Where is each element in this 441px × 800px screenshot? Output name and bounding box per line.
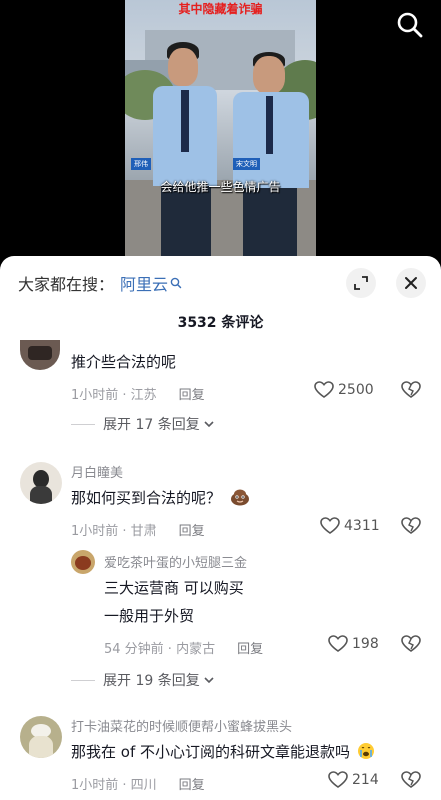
reply-author[interactable]: 爱吃茶叶蛋的小短腿三金 (104, 552, 247, 571)
expand-replies-button[interactable]: 展开 19 条回复 (71, 670, 215, 690)
close-button[interactable] (396, 268, 426, 298)
nameplate-right: 宋文明 (233, 158, 260, 170)
trending-search-prefix: 大家都在搜： (18, 275, 115, 294)
dislike-heart-icon (401, 517, 421, 534)
comment-author[interactable]: 月白瞳美 (71, 462, 123, 481)
comment-text: 那如何买到合法的呢？ (71, 488, 250, 508)
comment-text: 推介些合法的呢 (71, 353, 177, 371)
dislike-heart-icon (401, 381, 421, 398)
comment-text-content: 那如何买到合法的呢？ (71, 489, 222, 507)
dislike-button[interactable] (401, 517, 421, 539)
expand-replies-label: 展开 17 条回复 (103, 417, 200, 433)
dislike-button[interactable] (401, 381, 421, 403)
comment-author[interactable]: 打卡油菜花的时候顺便帮小蜜蜂拔黑头 (71, 716, 292, 735)
comment-meta: 1小时前 · 甘肃 回复 (71, 520, 205, 539)
comment-meta: 1小时前 · 江苏 回复 (71, 384, 205, 403)
dislike-heart-icon (401, 635, 421, 652)
expand-replies-button[interactable]: 展开 17 条回复 (71, 414, 215, 434)
expand-replies-label: 展开 19 条回复 (103, 673, 200, 689)
video-player[interactable]: 其中隐藏着诈骗 邢伟 宋文明 会给他推一些色情广告 (0, 0, 441, 262)
like-count: 214 (352, 772, 379, 788)
trending-search-term[interactable]: 阿里云 (120, 271, 168, 295)
search-icon (397, 12, 423, 38)
divider (71, 679, 95, 681)
search-button[interactable] (395, 10, 425, 40)
reply-time-location: 54 分钟前 · 内蒙古 (104, 642, 216, 657)
reply-button[interactable]: 回复 (179, 778, 205, 793)
comment-sheet: 大家都在搜： 阿里云 3532 条评论 推介些合法的呢 1小时前 · 江苏回复 (0, 256, 441, 800)
reply-text-line1: 三大运营商 可以购买 (104, 579, 244, 597)
dislike-button[interactable] (401, 771, 421, 793)
expand-icon (354, 276, 368, 290)
chevron-down-icon (204, 677, 214, 684)
comment-time-location: 1小时前 · 江苏 (71, 388, 157, 403)
heart-icon (320, 517, 340, 534)
reply-button[interactable]: 回复 (179, 388, 205, 403)
expand-button[interactable] (346, 268, 376, 298)
emoji-icon (230, 489, 249, 506)
close-icon (405, 277, 417, 289)
comment-item: 推介些合法的呢 1小时前 · 江苏 回复 2500 展开 17 条回复 (0, 340, 441, 440)
like-count: 4311 (344, 518, 380, 534)
like-count: 198 (352, 636, 379, 652)
reply-avatar[interactable] (71, 550, 95, 574)
avatar[interactable] (20, 716, 62, 758)
like-button[interactable]: 198 (328, 635, 379, 653)
avatar[interactable] (20, 340, 60, 370)
officer-right (231, 48, 311, 262)
dislike-heart-icon (401, 771, 421, 788)
heart-icon (314, 381, 334, 398)
emoji-icon (357, 743, 374, 759)
comment-item: 月白瞳美 那如何买到合法的呢？ 1小时前 · 甘肃 回复 4311 爱吃茶叶蛋的… (0, 458, 441, 698)
nameplate-left: 邢伟 (131, 158, 151, 170)
divider (71, 423, 95, 425)
comment-time-location: 1小时前 · 甘肃 (71, 524, 157, 539)
reply-text-line2: 一般用于外贸 (104, 607, 195, 625)
video-subtitle: 会给他推一些色情广告 (160, 180, 281, 194)
comment-item: 打卡油菜花的时候顺便帮小蜜蜂拔黑头 那我在 of 不小心订阅的科研文章能退款吗 … (0, 714, 441, 800)
comment-text-content: 那我在 of 不小心订阅的科研文章能退款吗 (71, 743, 350, 761)
search-icon (170, 277, 182, 289)
dislike-button[interactable] (401, 635, 421, 657)
video-banner: 其中隐藏着诈骗 (178, 2, 263, 16)
trending-search[interactable]: 大家都在搜： 阿里云 (18, 270, 182, 296)
like-button[interactable]: 4311 (320, 517, 380, 535)
chevron-down-icon (204, 421, 214, 428)
reply-button[interactable]: 回复 (237, 642, 263, 657)
heart-icon (328, 771, 348, 788)
heart-icon (328, 635, 348, 652)
reply-button[interactable]: 回复 (179, 524, 205, 539)
like-count: 2500 (338, 382, 374, 398)
avatar[interactable] (20, 462, 62, 504)
comment-count: 3532 条评论 (177, 315, 264, 331)
like-button[interactable]: 214 (328, 771, 379, 789)
like-button[interactable]: 2500 (314, 381, 374, 399)
comment-meta: 1小时前 · 四川 回复 (71, 774, 205, 793)
officer-left (153, 38, 223, 262)
comment-text: 那我在 of 不小心订阅的科研文章能退款吗 (71, 742, 375, 762)
comment-time-location: 1小时前 · 四川 (71, 778, 157, 793)
video-frame: 其中隐藏着诈骗 邢伟 宋文明 会给他推一些色情广告 (125, 0, 316, 262)
reply-meta: 54 分钟前 · 内蒙古 回复 (104, 638, 263, 657)
